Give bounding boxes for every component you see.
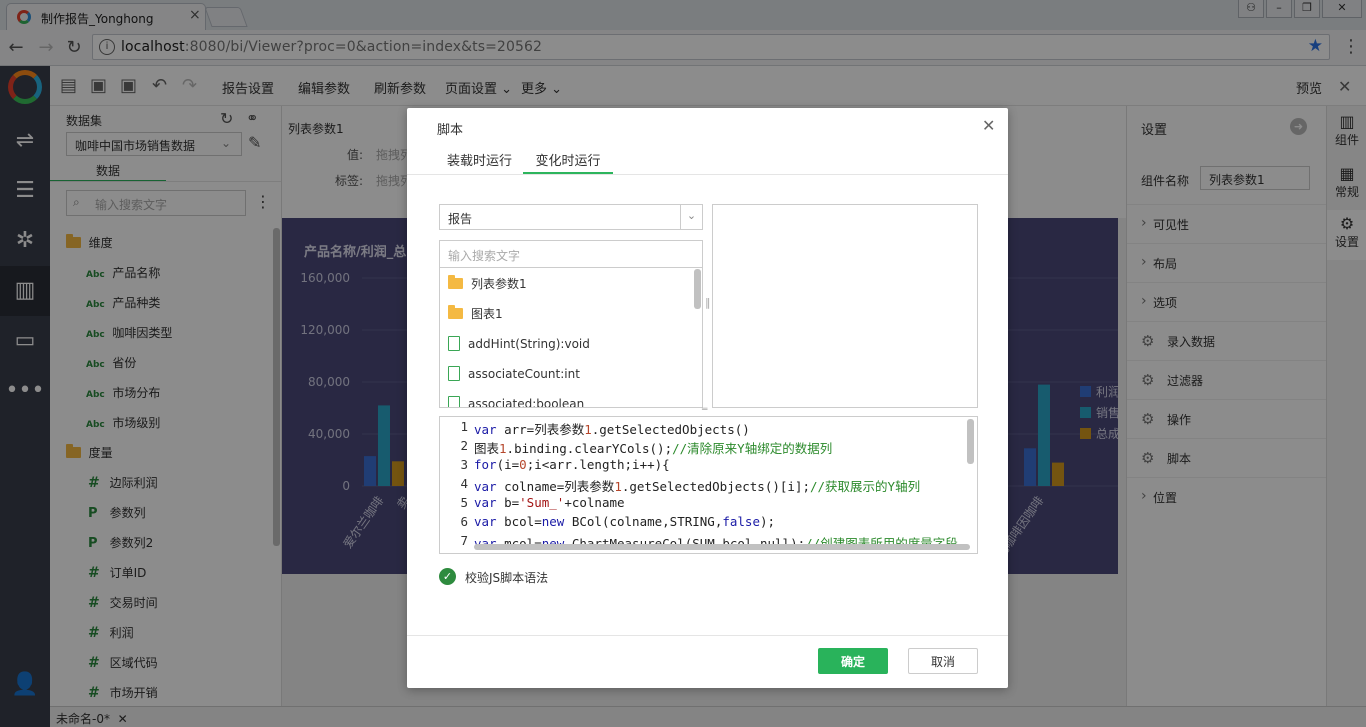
line-number: 3 bbox=[460, 457, 468, 472]
line-number: 4 bbox=[460, 476, 468, 491]
line-number: 5 bbox=[460, 495, 468, 510]
object-member[interactable]: associated:boolean bbox=[448, 389, 585, 408]
scope-select-value: 报告 bbox=[448, 212, 473, 226]
tab-on-change[interactable]: 变化时运行 bbox=[523, 150, 613, 174]
object-tree-scrollbar[interactable] bbox=[694, 269, 701, 309]
line-number: 2 bbox=[460, 438, 468, 453]
code-line-text: for(i=0;i<arr.length;i++){ bbox=[474, 457, 670, 472]
object-member[interactable]: addHint(String):void bbox=[448, 329, 590, 359]
editor-horizontal-scrollbar[interactable] bbox=[474, 544, 970, 550]
code-line[interactable]: var bcol=new BCol(colname,STRING,false); bbox=[474, 514, 775, 529]
splitter-handle[interactable]: ‖ bbox=[705, 296, 711, 309]
object-label: associateCount:int bbox=[468, 367, 580, 381]
description-panel bbox=[712, 204, 978, 408]
code-line[interactable]: for(i=0;i<arr.length;i++){ bbox=[474, 457, 670, 472]
ok-button[interactable]: 确定 bbox=[818, 648, 888, 674]
object-member[interactable]: associateCount:int bbox=[448, 359, 580, 389]
folder-icon bbox=[448, 275, 463, 289]
scope-select[interactable]: 报告 ⌄ bbox=[439, 204, 703, 230]
file-icon bbox=[448, 366, 460, 381]
code-line-text: 图表1.binding.clearYCols();//清除原来Y轴绑定的数据列 bbox=[474, 441, 833, 456]
object-search-input[interactable]: 输入搜索文字 bbox=[440, 241, 702, 268]
splitter-handle-horizontal[interactable]: ═ bbox=[702, 405, 707, 415]
cancel-button[interactable]: 取消 bbox=[908, 648, 978, 674]
script-dialog: 脚本 ✕ 装载时运行 变化时运行 报告 ⌄ 输入搜索文字 列表参数1 图表1 add… bbox=[407, 108, 1008, 688]
folder-icon bbox=[448, 305, 463, 319]
file-icon bbox=[448, 396, 460, 407]
file-icon bbox=[448, 336, 460, 351]
line-number: 1 bbox=[460, 419, 468, 434]
line-number: 7 bbox=[460, 533, 468, 548]
object-tree: 输入搜索文字 列表参数1 图表1 addHint(String):void assoc… bbox=[439, 240, 703, 408]
validate-js-label: 校验JS脚本语法 bbox=[465, 571, 549, 585]
check-icon: ✓ bbox=[439, 568, 456, 585]
chevron-down-icon: ⌄ bbox=[680, 205, 702, 229]
close-icon[interactable]: ✕ bbox=[982, 116, 995, 135]
object-label: associated:boolean bbox=[468, 397, 585, 408]
object-label: 列表参数1 bbox=[471, 277, 527, 291]
code-line[interactable]: var b='Sum_'+colname bbox=[474, 495, 625, 510]
code-line[interactable]: var arr=列表参数1.getSelectedObjects() bbox=[474, 419, 750, 438]
object-label: 图表1 bbox=[471, 307, 503, 321]
code-line-text: var b='Sum_'+colname bbox=[474, 495, 625, 510]
tab-on-load[interactable]: 装载时运行 bbox=[447, 150, 512, 174]
object-label: addHint(String):void bbox=[468, 337, 590, 351]
object-folder[interactable]: 列表参数1 bbox=[448, 269, 527, 299]
code-line-text: var arr=列表参数1.getSelectedObjects() bbox=[474, 422, 750, 437]
line-number: 6 bbox=[460, 514, 468, 529]
code-line[interactable]: var colname=列表参数1.getSelectedObjects()[i… bbox=[474, 476, 920, 495]
dialog-title: 脚本 bbox=[437, 123, 464, 138]
code-line-text: var bcol=new BCol(colname,STRING,false); bbox=[474, 514, 776, 529]
code-editor[interactable]: 1 var arr=列表参数1.getSelectedObjects() 2 图表1.… bbox=[439, 416, 978, 554]
editor-vertical-scrollbar[interactable] bbox=[967, 419, 974, 464]
code-line[interactable]: 图表1.binding.clearYCols();//清除原来Y轴绑定的数据列 bbox=[474, 438, 832, 457]
object-folder[interactable]: 图表1 bbox=[448, 299, 503, 329]
code-line-text: var colname=列表参数1.getSelectedObjects()[i… bbox=[474, 479, 921, 494]
